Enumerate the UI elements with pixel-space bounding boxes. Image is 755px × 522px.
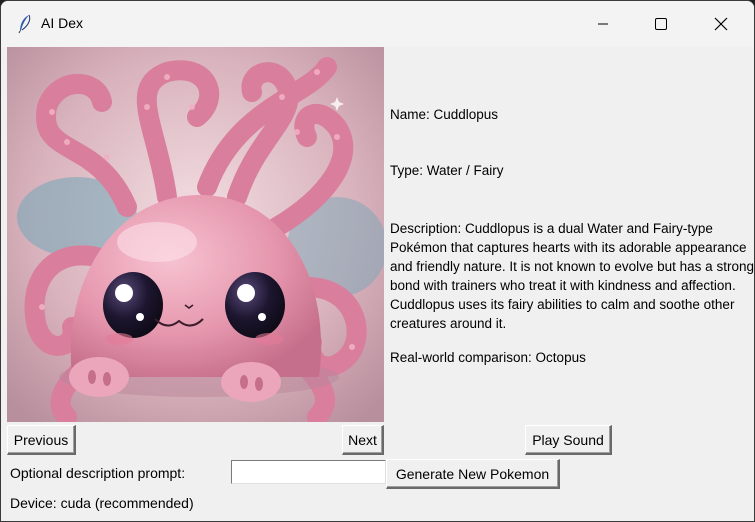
feather-icon: [18, 14, 31, 34]
app-window: AI Dex Name: Cuddlopus Type: Water / Fai…: [0, 0, 755, 522]
pokemon-image: [7, 47, 384, 422]
maximize-icon: [655, 18, 667, 30]
title-bar[interactable]: AI Dex: [1, 1, 754, 47]
main-content: Name: Cuddlopus Type: Water / Fairy Desc…: [1, 47, 754, 521]
pokemon-type: Type: Water / Fairy: [390, 163, 504, 178]
description-prompt-input[interactable]: [231, 460, 386, 484]
pokemon-name: Name: Cuddlopus: [390, 107, 499, 122]
real-world-comparison: Real-world comparison: Octopus: [390, 350, 586, 365]
play-sound-button[interactable]: Play Sound: [525, 425, 612, 455]
next-button[interactable]: Next: [342, 425, 384, 455]
close-button[interactable]: [692, 1, 750, 47]
octopus-illustration: [7, 47, 384, 422]
close-icon: [714, 17, 728, 31]
window-title: AI Dex: [41, 15, 84, 31]
minimize-icon: [598, 23, 608, 25]
previous-button[interactable]: Previous: [7, 425, 76, 455]
generate-pokemon-button[interactable]: Generate New Pokemon: [386, 459, 560, 489]
pokemon-description: Description: Cuddlopus is a dual Water a…: [390, 221, 754, 331]
device-status: Device: cuda (recommended): [10, 495, 194, 511]
maximize-button[interactable]: [632, 1, 690, 47]
minimize-button[interactable]: [574, 1, 632, 47]
prompt-label: Optional description prompt:: [10, 465, 186, 481]
